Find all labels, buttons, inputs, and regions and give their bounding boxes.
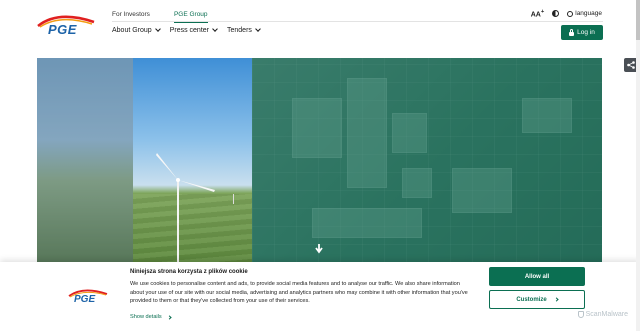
top-nav: For Investors PGE Group	[112, 11, 208, 23]
hero-panel-wind-turbine	[133, 58, 252, 263]
accessibility-tools: AA+ language	[531, 9, 602, 18]
scroll-down-arrow-icon[interactable]	[315, 244, 323, 254]
chevron-down-icon	[212, 26, 218, 32]
chevron-down-icon	[255, 26, 261, 32]
scanmalware-watermark: ScanMalware	[577, 311, 628, 318]
language-selector[interactable]: language	[567, 10, 602, 17]
show-details-link[interactable]: Show details	[130, 314, 172, 320]
chevron-down-icon	[154, 26, 161, 32]
cookie-title: Niniejsza strona korzysta z plików cooki…	[130, 269, 248, 275]
hero-panel-fields	[37, 58, 133, 263]
allow-all-button[interactable]: Allow all	[489, 267, 585, 286]
main-nav: About Group Press center Tenders	[112, 26, 261, 34]
nav-about-group[interactable]: About Group	[112, 26, 161, 34]
plant-building	[312, 208, 422, 238]
login-label: Log in	[577, 29, 595, 36]
plant-building	[347, 78, 387, 188]
top-nav-pge-group[interactable]: PGE Group	[173, 11, 208, 23]
plant-building	[402, 168, 432, 198]
nav-tenders-label: Tenders	[227, 27, 252, 34]
header-divider	[112, 21, 603, 22]
scrollbar-thumb[interactable]	[636, 0, 640, 40]
plant-building	[522, 98, 572, 133]
lock-icon	[569, 28, 575, 36]
language-label: language	[575, 10, 602, 18]
login-button[interactable]: Log in	[561, 25, 603, 40]
shield-icon	[577, 311, 584, 318]
wind-turbine-icon	[156, 153, 234, 263]
cookie-body: We use cookies to personalise content an…	[130, 281, 468, 304]
nav-about-group-label: About Group	[112, 27, 152, 34]
font-size-label: AA	[530, 11, 541, 19]
cookie-logo-text: PGE	[74, 294, 96, 305]
contrast-icon[interactable]	[552, 10, 560, 18]
cookie-banner: PGE Niniejsza strona korzysta z plików c…	[0, 262, 640, 331]
customize-label: Customize	[516, 296, 547, 303]
nav-press-center-label: Press center	[169, 27, 209, 34]
show-details-label: Show details	[130, 314, 162, 320]
chevron-right-icon	[554, 297, 559, 302]
page-scrollbar[interactable]	[636, 0, 640, 331]
allow-all-label: Allow all	[524, 273, 550, 280]
logo-text: PGE	[48, 22, 77, 37]
customize-button[interactable]: Customize	[489, 290, 585, 309]
nav-press-center[interactable]: Press center	[169, 26, 218, 34]
hero-image	[37, 58, 602, 263]
plant-building	[452, 168, 512, 213]
pge-logo[interactable]: PGE	[36, 10, 96, 38]
plant-building	[392, 113, 427, 153]
globe-icon	[567, 10, 574, 17]
top-nav-investors[interactable]: For Investors	[112, 11, 150, 18]
watermark-text: ScanMalware	[585, 311, 628, 318]
plant-grid	[252, 58, 602, 263]
page: PGE For Investors PGE Group About Group …	[0, 0, 640, 331]
nav-tenders[interactable]: Tenders	[227, 26, 261, 34]
font-size-toggle[interactable]: AA+	[531, 9, 545, 18]
hero-panel-power-plant	[252, 58, 602, 263]
plant-building	[292, 98, 342, 158]
share-icon	[627, 61, 635, 69]
cookie-pge-logo: PGE	[68, 286, 108, 306]
chevron-right-icon	[167, 314, 172, 320]
